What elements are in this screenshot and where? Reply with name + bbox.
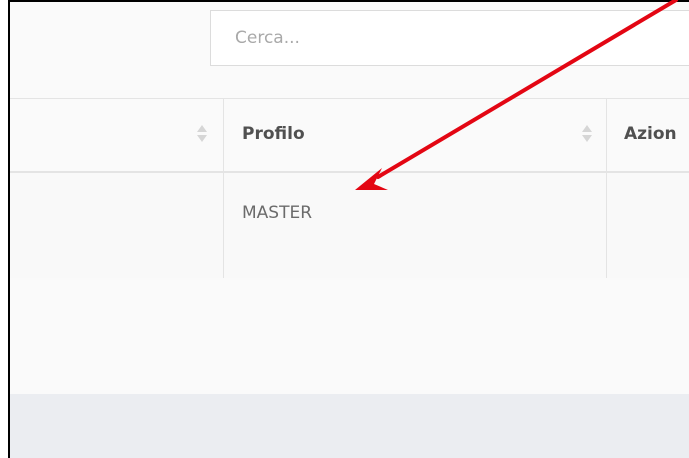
sort-icon[interactable] (197, 123, 207, 145)
users-table: Profilo Azion MASTER (10, 98, 689, 280)
table-empty-area (10, 278, 689, 394)
table-cell-profilo: MASTER (224, 173, 607, 279)
search-input[interactable] (210, 10, 689, 66)
column-header-1[interactable] (10, 99, 224, 171)
column-header-label: Profilo (242, 124, 305, 144)
table-row[interactable]: MASTER (10, 173, 689, 280)
table-cell (10, 173, 224, 279)
column-header-label: Azion (624, 124, 677, 144)
toolbar (10, 2, 689, 98)
table-cell-actions (607, 173, 689, 279)
column-header-profilo[interactable]: Profilo (224, 99, 607, 171)
sort-icon[interactable] (582, 123, 592, 145)
profile-value: MASTER (242, 203, 313, 223)
footer-bar (10, 394, 689, 458)
app-frame: Profilo Azion MASTER (8, 0, 689, 458)
column-header-azioni[interactable]: Azion (607, 99, 689, 171)
table-header-row: Profilo Azion (10, 98, 689, 173)
